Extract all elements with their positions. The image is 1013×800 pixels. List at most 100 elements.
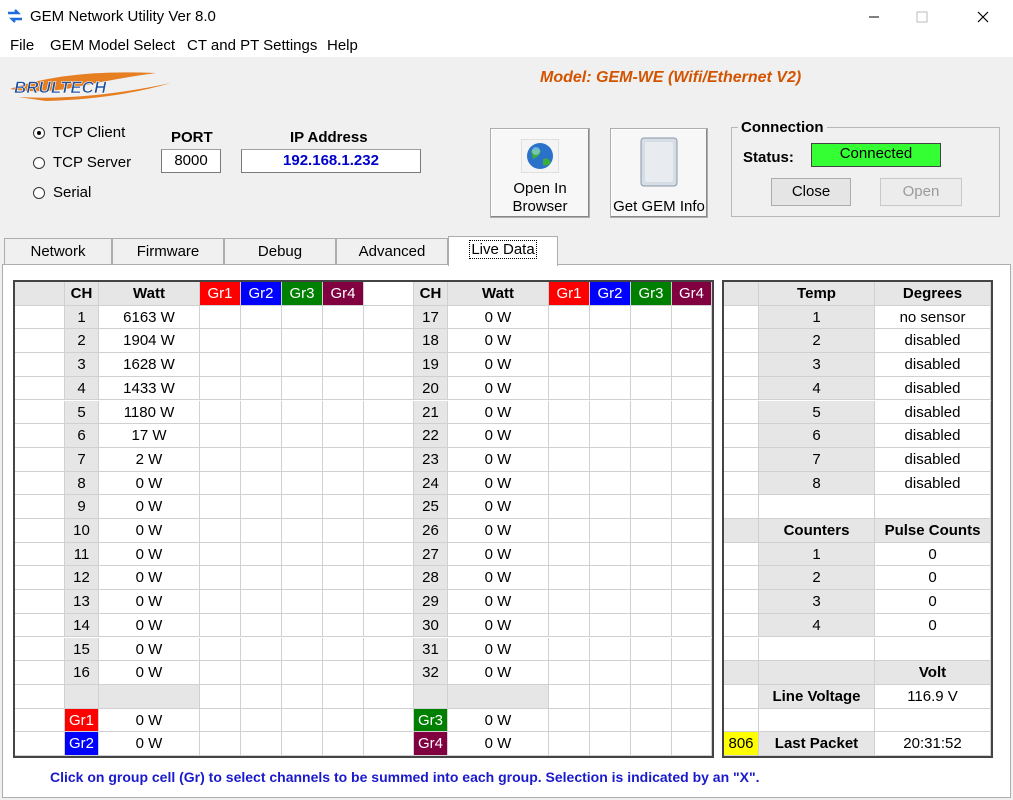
- group-select-cell[interactable]: [200, 542, 241, 567]
- group-select-cell[interactable]: [282, 590, 323, 614]
- group-select-cell[interactable]: [631, 400, 672, 425]
- group-select-cell[interactable]: [323, 613, 364, 638]
- group-select-cell[interactable]: [241, 305, 282, 330]
- group-select-cell[interactable]: [672, 590, 712, 614]
- group-select-cell[interactable]: [549, 305, 590, 330]
- radio-tcp-server[interactable]: TCP Server: [33, 154, 131, 171]
- group-select-cell[interactable]: [631, 471, 672, 496]
- group-select-cell[interactable]: [590, 495, 631, 519]
- group-select-cell[interactable]: [282, 424, 323, 448]
- group-select-cell[interactable]: [549, 400, 590, 425]
- group-select-cell[interactable]: [590, 424, 631, 448]
- group-select-cell[interactable]: [323, 637, 364, 662]
- group-select-cell[interactable]: [323, 590, 364, 614]
- group-select-cell[interactable]: [631, 376, 672, 401]
- group-select-cell[interactable]: [631, 613, 672, 638]
- group-select-cell[interactable]: [672, 447, 712, 472]
- group-select-cell[interactable]: [241, 353, 282, 377]
- group-select-cell[interactable]: [200, 400, 241, 425]
- group-select-cell[interactable]: [323, 495, 364, 519]
- group-select-cell[interactable]: [200, 329, 241, 354]
- group-select-cell[interactable]: [282, 542, 323, 567]
- group-select-cell[interactable]: [672, 661, 712, 685]
- group-select-cell[interactable]: [323, 542, 364, 567]
- group-select-cell[interactable]: [549, 661, 590, 685]
- group-select-cell[interactable]: [282, 613, 323, 638]
- maximize-button[interactable]: [899, 0, 945, 33]
- group-select-cell[interactable]: [590, 305, 631, 330]
- group-select-cell[interactable]: [282, 566, 323, 591]
- group-select-cell[interactable]: [549, 613, 590, 638]
- group-select-cell[interactable]: [241, 447, 282, 472]
- group-select-cell[interactable]: [200, 519, 241, 543]
- get-gem-info-button[interactable]: Get GEM Info: [610, 128, 708, 218]
- group-select-cell[interactable]: [590, 566, 631, 591]
- group-select-cell[interactable]: [672, 400, 712, 425]
- group-select-cell[interactable]: [549, 471, 590, 496]
- group-select-cell[interactable]: [323, 329, 364, 354]
- tab-firmware[interactable]: Firmware: [112, 238, 224, 264]
- group-select-cell[interactable]: [590, 637, 631, 662]
- group-select-cell[interactable]: [200, 495, 241, 519]
- group-select-cell[interactable]: [282, 305, 323, 330]
- group-select-cell[interactable]: [241, 471, 282, 496]
- group-select-cell[interactable]: [282, 495, 323, 519]
- menu-file[interactable]: File: [10, 37, 34, 54]
- group-select-cell[interactable]: [672, 305, 712, 330]
- group-select-cell[interactable]: [549, 424, 590, 448]
- group-select-cell[interactable]: [241, 400, 282, 425]
- open-in-browser-button[interactable]: Open In Browser: [490, 128, 590, 218]
- group-select-cell[interactable]: [200, 637, 241, 662]
- group-select-cell[interactable]: [241, 495, 282, 519]
- group-select-cell[interactable]: [631, 519, 672, 543]
- group-select-cell[interactable]: [200, 305, 241, 330]
- group-select-cell[interactable]: [549, 329, 590, 354]
- open-button[interactable]: Open: [880, 178, 962, 206]
- group-select-cell[interactable]: [200, 376, 241, 401]
- group-select-cell[interactable]: [200, 590, 241, 614]
- tab-debug[interactable]: Debug: [224, 238, 336, 264]
- group-select-cell[interactable]: [672, 613, 712, 638]
- close-button[interactable]: Close: [771, 178, 851, 206]
- group-select-cell[interactable]: [241, 519, 282, 543]
- group-select-cell[interactable]: [323, 376, 364, 401]
- group-select-cell[interactable]: [323, 471, 364, 496]
- radio-serial[interactable]: Serial: [33, 184, 91, 201]
- group-select-cell[interactable]: [631, 495, 672, 519]
- group-select-cell[interactable]: [200, 661, 241, 685]
- group-select-cell[interactable]: [282, 471, 323, 496]
- group-select-cell[interactable]: [323, 566, 364, 591]
- group-select-cell[interactable]: [672, 424, 712, 448]
- group-select-cell[interactable]: [590, 661, 631, 685]
- group-select-cell[interactable]: [672, 353, 712, 377]
- group-select-cell[interactable]: [241, 637, 282, 662]
- group-select-cell[interactable]: [590, 590, 631, 614]
- group-select-cell[interactable]: [672, 519, 712, 543]
- group-select-cell[interactable]: [282, 400, 323, 425]
- group-select-cell[interactable]: [631, 637, 672, 662]
- group-select-cell[interactable]: [282, 447, 323, 472]
- group-select-cell[interactable]: [631, 353, 672, 377]
- group-select-cell[interactable]: [282, 353, 323, 377]
- group-select-cell[interactable]: [549, 495, 590, 519]
- group-select-cell[interactable]: [241, 329, 282, 354]
- group-select-cell[interactable]: [590, 400, 631, 425]
- group-select-cell[interactable]: [241, 424, 282, 448]
- group-select-cell[interactable]: [200, 424, 241, 448]
- group-select-cell[interactable]: [549, 376, 590, 401]
- group-select-cell[interactable]: [672, 566, 712, 591]
- group-select-cell[interactable]: [590, 471, 631, 496]
- group-select-cell[interactable]: [631, 305, 672, 330]
- group-select-cell[interactable]: [549, 519, 590, 543]
- group-select-cell[interactable]: [631, 329, 672, 354]
- group-select-cell[interactable]: [631, 424, 672, 448]
- group-select-cell[interactable]: [549, 590, 590, 614]
- group-select-cell[interactable]: [323, 353, 364, 377]
- group-select-cell[interactable]: [590, 329, 631, 354]
- group-select-cell[interactable]: [282, 637, 323, 662]
- group-select-cell[interactable]: [672, 471, 712, 496]
- tab-advanced[interactable]: Advanced: [336, 238, 448, 264]
- group-select-cell[interactable]: [672, 495, 712, 519]
- group-select-cell[interactable]: [323, 519, 364, 543]
- group-select-cell[interactable]: [282, 376, 323, 401]
